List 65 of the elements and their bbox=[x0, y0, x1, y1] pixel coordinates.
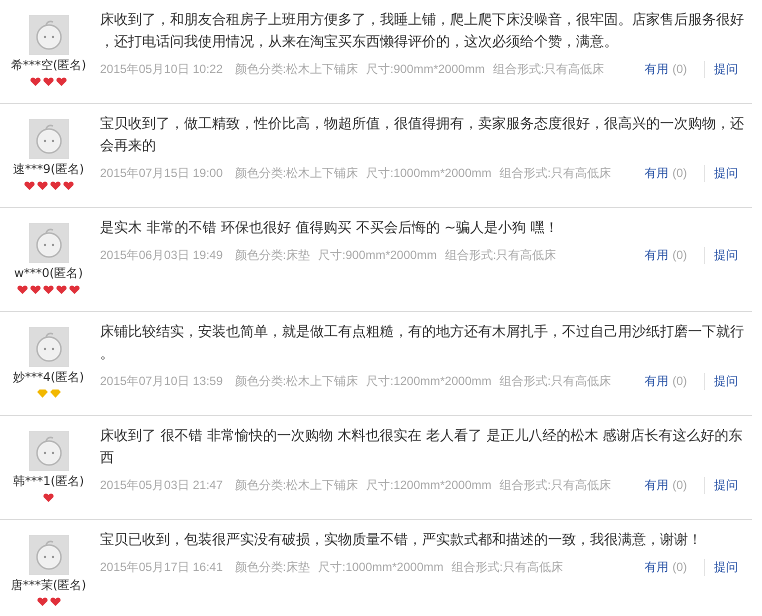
size-spec: 尺寸:1000mm*2000mm bbox=[318, 559, 444, 576]
review-date: 2015年07月10日 13:59 bbox=[100, 373, 223, 390]
review-text: 是实木 非常的不错 环保也很好 值得购买 不买会后悔的 ~骗人是小狗 嘿！ bbox=[100, 219, 560, 238]
review-text: 床铺比较结实，安装也简单，就是做工有点粗糙，有的地方还有木屑扎手，不过自己用沙纸打磨一下就行。 bbox=[100, 323, 745, 364]
heart-icon bbox=[36, 181, 48, 190]
ask-link[interactable]: 提问 bbox=[705, 61, 738, 78]
user-name: 速***9(匿名) bbox=[13, 161, 84, 178]
review-date: 2015年05月03日 21:47 bbox=[100, 477, 223, 494]
combo-spec: 组合形式:只有高低床 bbox=[500, 165, 611, 182]
heart-icon bbox=[43, 493, 54, 502]
color-category: 颜色分类:松木上下铺床 bbox=[234, 165, 358, 182]
ask-link[interactable]: 提问 bbox=[705, 247, 738, 264]
ask-link[interactable]: 提问 bbox=[705, 559, 738, 576]
heart-icon bbox=[50, 181, 60, 190]
heart-icon bbox=[56, 77, 67, 86]
color-category: 颜色分类:松木上下铺床 bbox=[234, 373, 358, 390]
ask-link[interactable]: 提问 bbox=[705, 373, 738, 390]
color-category: 颜色分类:松木上下铺床 bbox=[234, 61, 358, 78]
size-spec: 尺寸:1200mm*2000mm bbox=[366, 373, 492, 390]
review-text: 宝贝收到了，做工精致，性价比高，物超所值，很值得拥有，卖家服务态度很好，很高兴的一次购物，还会再来的 bbox=[100, 115, 745, 156]
size-spec: 尺寸:900mm*2000mm bbox=[366, 61, 485, 78]
combo-spec: 组合形式:只有高低床 bbox=[444, 247, 556, 264]
user-name: 希***空(匿名) bbox=[10, 57, 86, 74]
heart-icon bbox=[50, 597, 60, 606]
useful-link[interactable]: 有用 (0) bbox=[644, 61, 705, 78]
review-date: 2015年07月15日 19:00 bbox=[100, 165, 223, 182]
diamond-icon bbox=[36, 389, 48, 398]
heart-icon bbox=[30, 77, 41, 86]
review-text: 床收到了 很不错 非常愉快的一次购物 木料也很实在 老人看了 是正儿八经的松木 感谢店长有这么好的东西 bbox=[100, 427, 744, 468]
useful-link[interactable]: 有用 (0) bbox=[644, 247, 705, 264]
heart-icon bbox=[43, 77, 54, 86]
user-name: 韩***1(匿名) bbox=[13, 473, 84, 490]
heart-icon bbox=[62, 181, 74, 190]
color-category: 颜色分类:床垫 bbox=[234, 247, 310, 264]
user-name: 唐***茉(匿名) bbox=[10, 577, 86, 594]
user-name: 妙***4(匿名) bbox=[13, 369, 84, 386]
review-date: 2015年06月03日 19:49 bbox=[100, 247, 223, 264]
heart-icon bbox=[69, 285, 80, 294]
useful-link[interactable]: 有用 (0) bbox=[644, 477, 705, 494]
review-text: 床收到了，和朋友合租房子上班用方便多了，我睡上铺，爬上爬下床没噪音，很牢固。店家售后服务很好，还打电话问我使用情况，从来在淘宝买东西懒得评价的，这次必须给个赞，满意。 bbox=[100, 11, 745, 52]
heart-icon bbox=[43, 285, 54, 294]
review-text: 宝贝已收到，包装很严实没有破损，实物质量不错，严实款式都和描述的一致，我很满意，谢谢！ bbox=[100, 531, 703, 550]
ask-link[interactable]: 提问 bbox=[705, 477, 738, 494]
combo-spec: 组合形式:只有高低床 bbox=[500, 373, 611, 390]
combo-spec: 组合形式:只有高低床 bbox=[500, 477, 611, 494]
size-spec: 尺寸:1200mm*2000mm bbox=[366, 477, 492, 494]
combo-spec: 组合形式:只有高低床 bbox=[452, 559, 563, 576]
heart-icon bbox=[24, 181, 34, 190]
useful-link[interactable]: 有用 (0) bbox=[644, 373, 705, 390]
heart-icon bbox=[36, 597, 48, 606]
review-date: 2015年05月17日 16:41 bbox=[100, 559, 223, 576]
heart-icon bbox=[30, 285, 41, 294]
review-date: 2015年05月10日 10:22 bbox=[100, 61, 223, 78]
useful-link[interactable]: 有用 (0) bbox=[644, 559, 705, 576]
size-spec: 尺寸:900mm*2000mm bbox=[318, 247, 437, 264]
color-category: 颜色分类:床垫 bbox=[234, 559, 310, 576]
size-spec: 尺寸:1000mm*2000mm bbox=[366, 165, 492, 182]
heart-icon bbox=[56, 285, 67, 294]
useful-link[interactable]: 有用 (0) bbox=[644, 165, 705, 182]
ask-link[interactable]: 提问 bbox=[705, 165, 738, 182]
color-category: 颜色分类:松木上下铺床 bbox=[234, 477, 358, 494]
combo-spec: 组合形式:只有高低床 bbox=[492, 61, 604, 78]
heart-icon bbox=[17, 285, 28, 294]
diamond-icon bbox=[50, 389, 60, 398]
user-name: w***0(匿名) bbox=[14, 265, 83, 282]
